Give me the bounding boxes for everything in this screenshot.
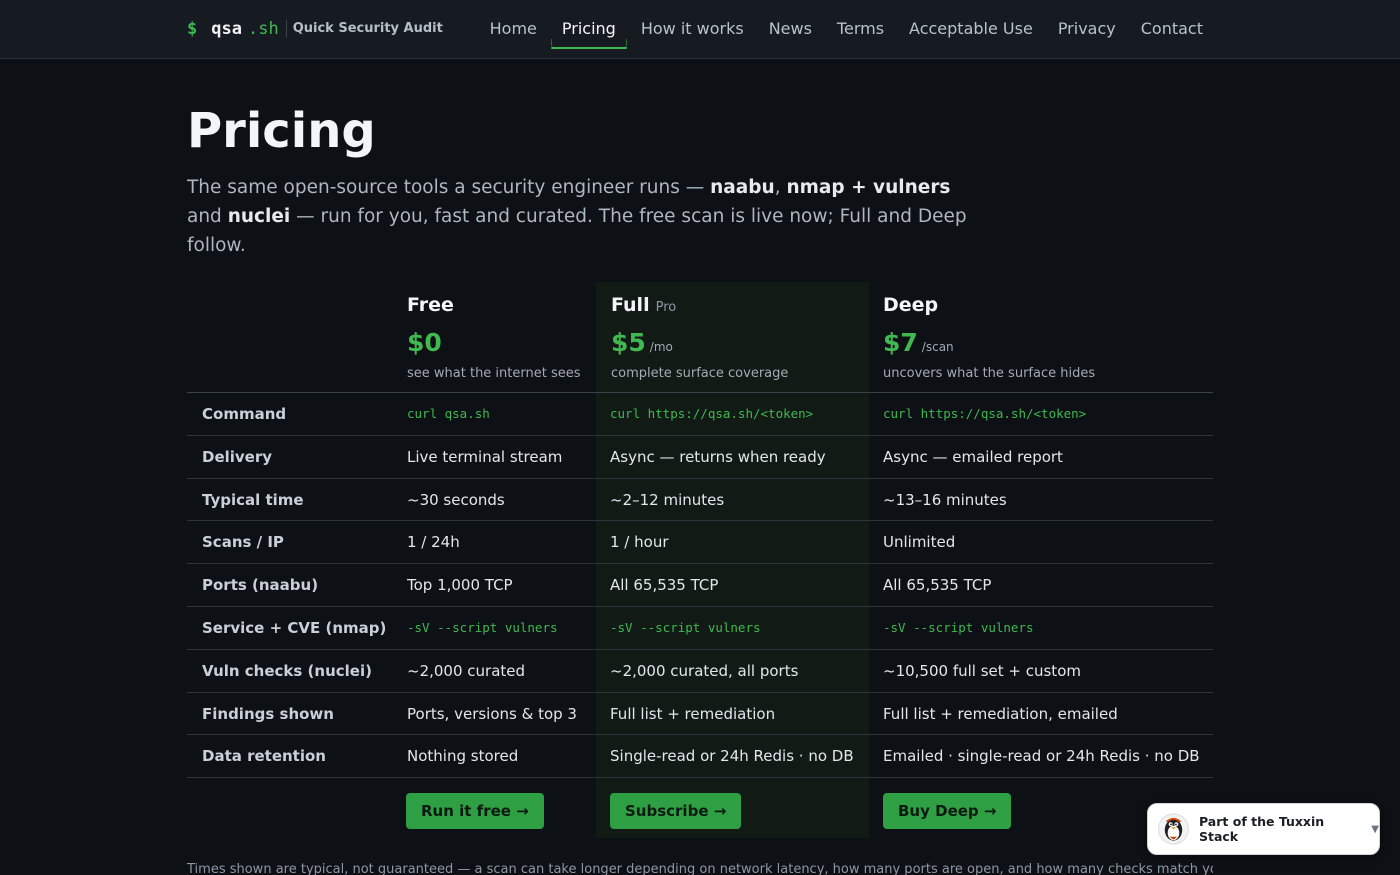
table-cell: -sV --script vulners xyxy=(610,620,761,635)
nav-acceptable-use[interactable]: Acceptable Use xyxy=(898,0,1044,57)
footnote: Times shown are typical, not guaranteed … xyxy=(187,862,1213,875)
tuxxin-stack-badge[interactable]: Part of the Tuxxin Stack ▼ xyxy=(1147,803,1380,855)
table-cell: ~13–16 minutes xyxy=(883,491,1007,509)
row-label: Ports (naabu) xyxy=(202,576,319,594)
table-cell: Single-read or 24h Redis · no DB xyxy=(610,747,854,765)
table-row: Command curl qsa.sh curl https://qsa.sh/<t… xyxy=(187,393,1213,435)
buy-deep-button[interactable]: Buy Deep → xyxy=(883,793,1012,829)
table-row: Findings shown Ports, versions & top 3 Ful… xyxy=(187,693,1213,735)
nav-terms[interactable]: Terms xyxy=(826,0,895,57)
intro-text-2: , xyxy=(774,177,787,198)
plan-name: Free xyxy=(407,294,454,316)
chevron-down-icon: ▼ xyxy=(1371,823,1379,835)
subscribe-button[interactable]: Subscribe → xyxy=(610,793,742,829)
nav-contact[interactable]: Contact xyxy=(1130,0,1214,57)
table-row: Vuln checks (nuclei) ~2,000 curated ~2,000… xyxy=(187,650,1213,692)
page-intro: The same open-source tools a security en… xyxy=(187,173,967,260)
table-cell: -sV --script vulners xyxy=(883,620,1034,635)
stack-badge-label: Part of the Tuxxin Stack xyxy=(1198,814,1325,844)
table-cell: curl https://qsa.sh/<token> xyxy=(610,406,814,421)
table-cell: Async — returns when ready xyxy=(610,448,826,466)
plan-header-deep: Deep $7/scan uncovers what the surface h… xyxy=(883,294,1095,381)
table-row: Data retention Nothing stored Single-read … xyxy=(187,735,1213,777)
table-cell: Full list + remediation, emailed xyxy=(883,705,1118,723)
table-cell: ~10,500 full set + custom xyxy=(883,662,1081,680)
table-cell: ~2,000 curated, all ports xyxy=(610,662,799,680)
nav-home[interactable]: Home xyxy=(479,0,548,57)
row-label: Command xyxy=(202,405,287,423)
table-cell: Full list + remediation xyxy=(610,705,776,723)
table-cell: curl qsa.sh xyxy=(407,406,490,421)
table-row: Typical time ~30 seconds ~2–12 minutes ~13–… xyxy=(187,479,1213,521)
table-row: Delivery Live terminal stream Async — retu… xyxy=(187,436,1213,478)
plan-header-free: Free $0 see what the internet sees xyxy=(407,294,581,381)
table-cell: ~2,000 curated xyxy=(407,662,526,680)
plan-price-unit: /scan xyxy=(921,340,954,354)
row-label: Delivery xyxy=(202,448,273,466)
plan-description: uncovers what the surface hides xyxy=(883,366,1096,381)
plan-price: $5 xyxy=(611,328,646,357)
table-cell: 1 / 24h xyxy=(407,533,460,551)
row-label: Data retention xyxy=(202,747,326,765)
row-label: Findings shown xyxy=(202,705,334,723)
intro-text-1: The same open-source tools a security en… xyxy=(187,177,711,198)
intro-tool-naabu: naabu xyxy=(710,177,775,198)
page-title: Pricing xyxy=(187,103,376,159)
plan-description: see what the internet sees xyxy=(407,366,581,381)
plan-price: $0 xyxy=(407,328,442,357)
table-cell: Async — emailed report xyxy=(883,448,1063,466)
table-cell: ~2–12 minutes xyxy=(610,491,725,509)
table-cell: ~30 seconds xyxy=(407,491,505,509)
table-cell: curl https://qsa.sh/<token> xyxy=(883,406,1087,421)
row-label: Scans / IP xyxy=(202,533,284,551)
penguin-icon xyxy=(1158,813,1189,845)
table-cell: Top 1,000 TCP xyxy=(407,576,513,594)
brand-divider xyxy=(285,19,287,38)
nav-privacy[interactable]: Privacy xyxy=(1047,0,1127,57)
intro-text-4: — run for you, fast and curated. The fre… xyxy=(187,206,967,256)
row-label: Vuln checks (nuclei) xyxy=(202,662,372,680)
brand-name: qsa xyxy=(211,18,242,39)
intro-tool-nmap: nmap + vulners xyxy=(786,177,951,198)
nav-pricing[interactable]: Pricing xyxy=(550,0,627,57)
nav-how-it-works[interactable]: How it works xyxy=(630,0,755,57)
table-row: Service + CVE (nmap) -sV --script vulners… xyxy=(187,607,1213,649)
table-cell: 1 / hour xyxy=(610,533,669,551)
plan-badge: Pro xyxy=(655,300,677,315)
brand-prompt-symbol: $ xyxy=(187,18,198,39)
table-cell: All 65,535 TCP xyxy=(883,576,992,594)
table-cell: -sV --script vulners xyxy=(407,620,558,635)
brand-logo[interactable]: $ qsa .sh Quick Security Audit xyxy=(187,0,443,57)
plan-description: complete surface coverage xyxy=(611,366,789,381)
run-free-button[interactable]: Run it free → xyxy=(406,793,544,829)
intro-text-3: and xyxy=(187,206,228,227)
table-cell: Live terminal stream xyxy=(407,448,563,466)
row-label: Typical time xyxy=(202,491,304,509)
table-cell: Nothing stored xyxy=(407,747,519,765)
plan-name: Full xyxy=(611,294,650,316)
plan-price-unit: /mo xyxy=(649,340,673,354)
main-nav: Home Pricing How it works News Terms Acc… xyxy=(476,0,1214,57)
table-cell: All 65,535 TCP xyxy=(610,576,719,594)
plan-header-full: Full Pro $5/mo complete surface coverage xyxy=(611,294,788,381)
row-label: Service + CVE (nmap) xyxy=(202,619,387,637)
plan-name: Deep xyxy=(883,294,939,316)
brand-tld: .sh xyxy=(247,18,279,39)
table-row: Scans / IP 1 / 24h 1 / hour Unlimited xyxy=(187,521,1213,563)
table-cell: Unlimited xyxy=(883,533,956,551)
table-cell: Emailed · single-read or 24h Redis · no … xyxy=(883,747,1200,765)
brand-tagline: Quick Security Audit xyxy=(292,21,443,36)
intro-tool-nuclei: nuclei xyxy=(227,206,291,227)
top-bar: $ qsa .sh Quick Security Audit Home Pric… xyxy=(0,0,1400,59)
table-row: Ports (naabu) Top 1,000 TCP All 65,535 TCP… xyxy=(187,564,1213,606)
plan-price: $7 xyxy=(883,328,918,357)
nav-news[interactable]: News xyxy=(758,0,823,57)
row-divider xyxy=(187,777,1213,778)
table-cell: Ports, versions & top 3 xyxy=(407,705,577,723)
